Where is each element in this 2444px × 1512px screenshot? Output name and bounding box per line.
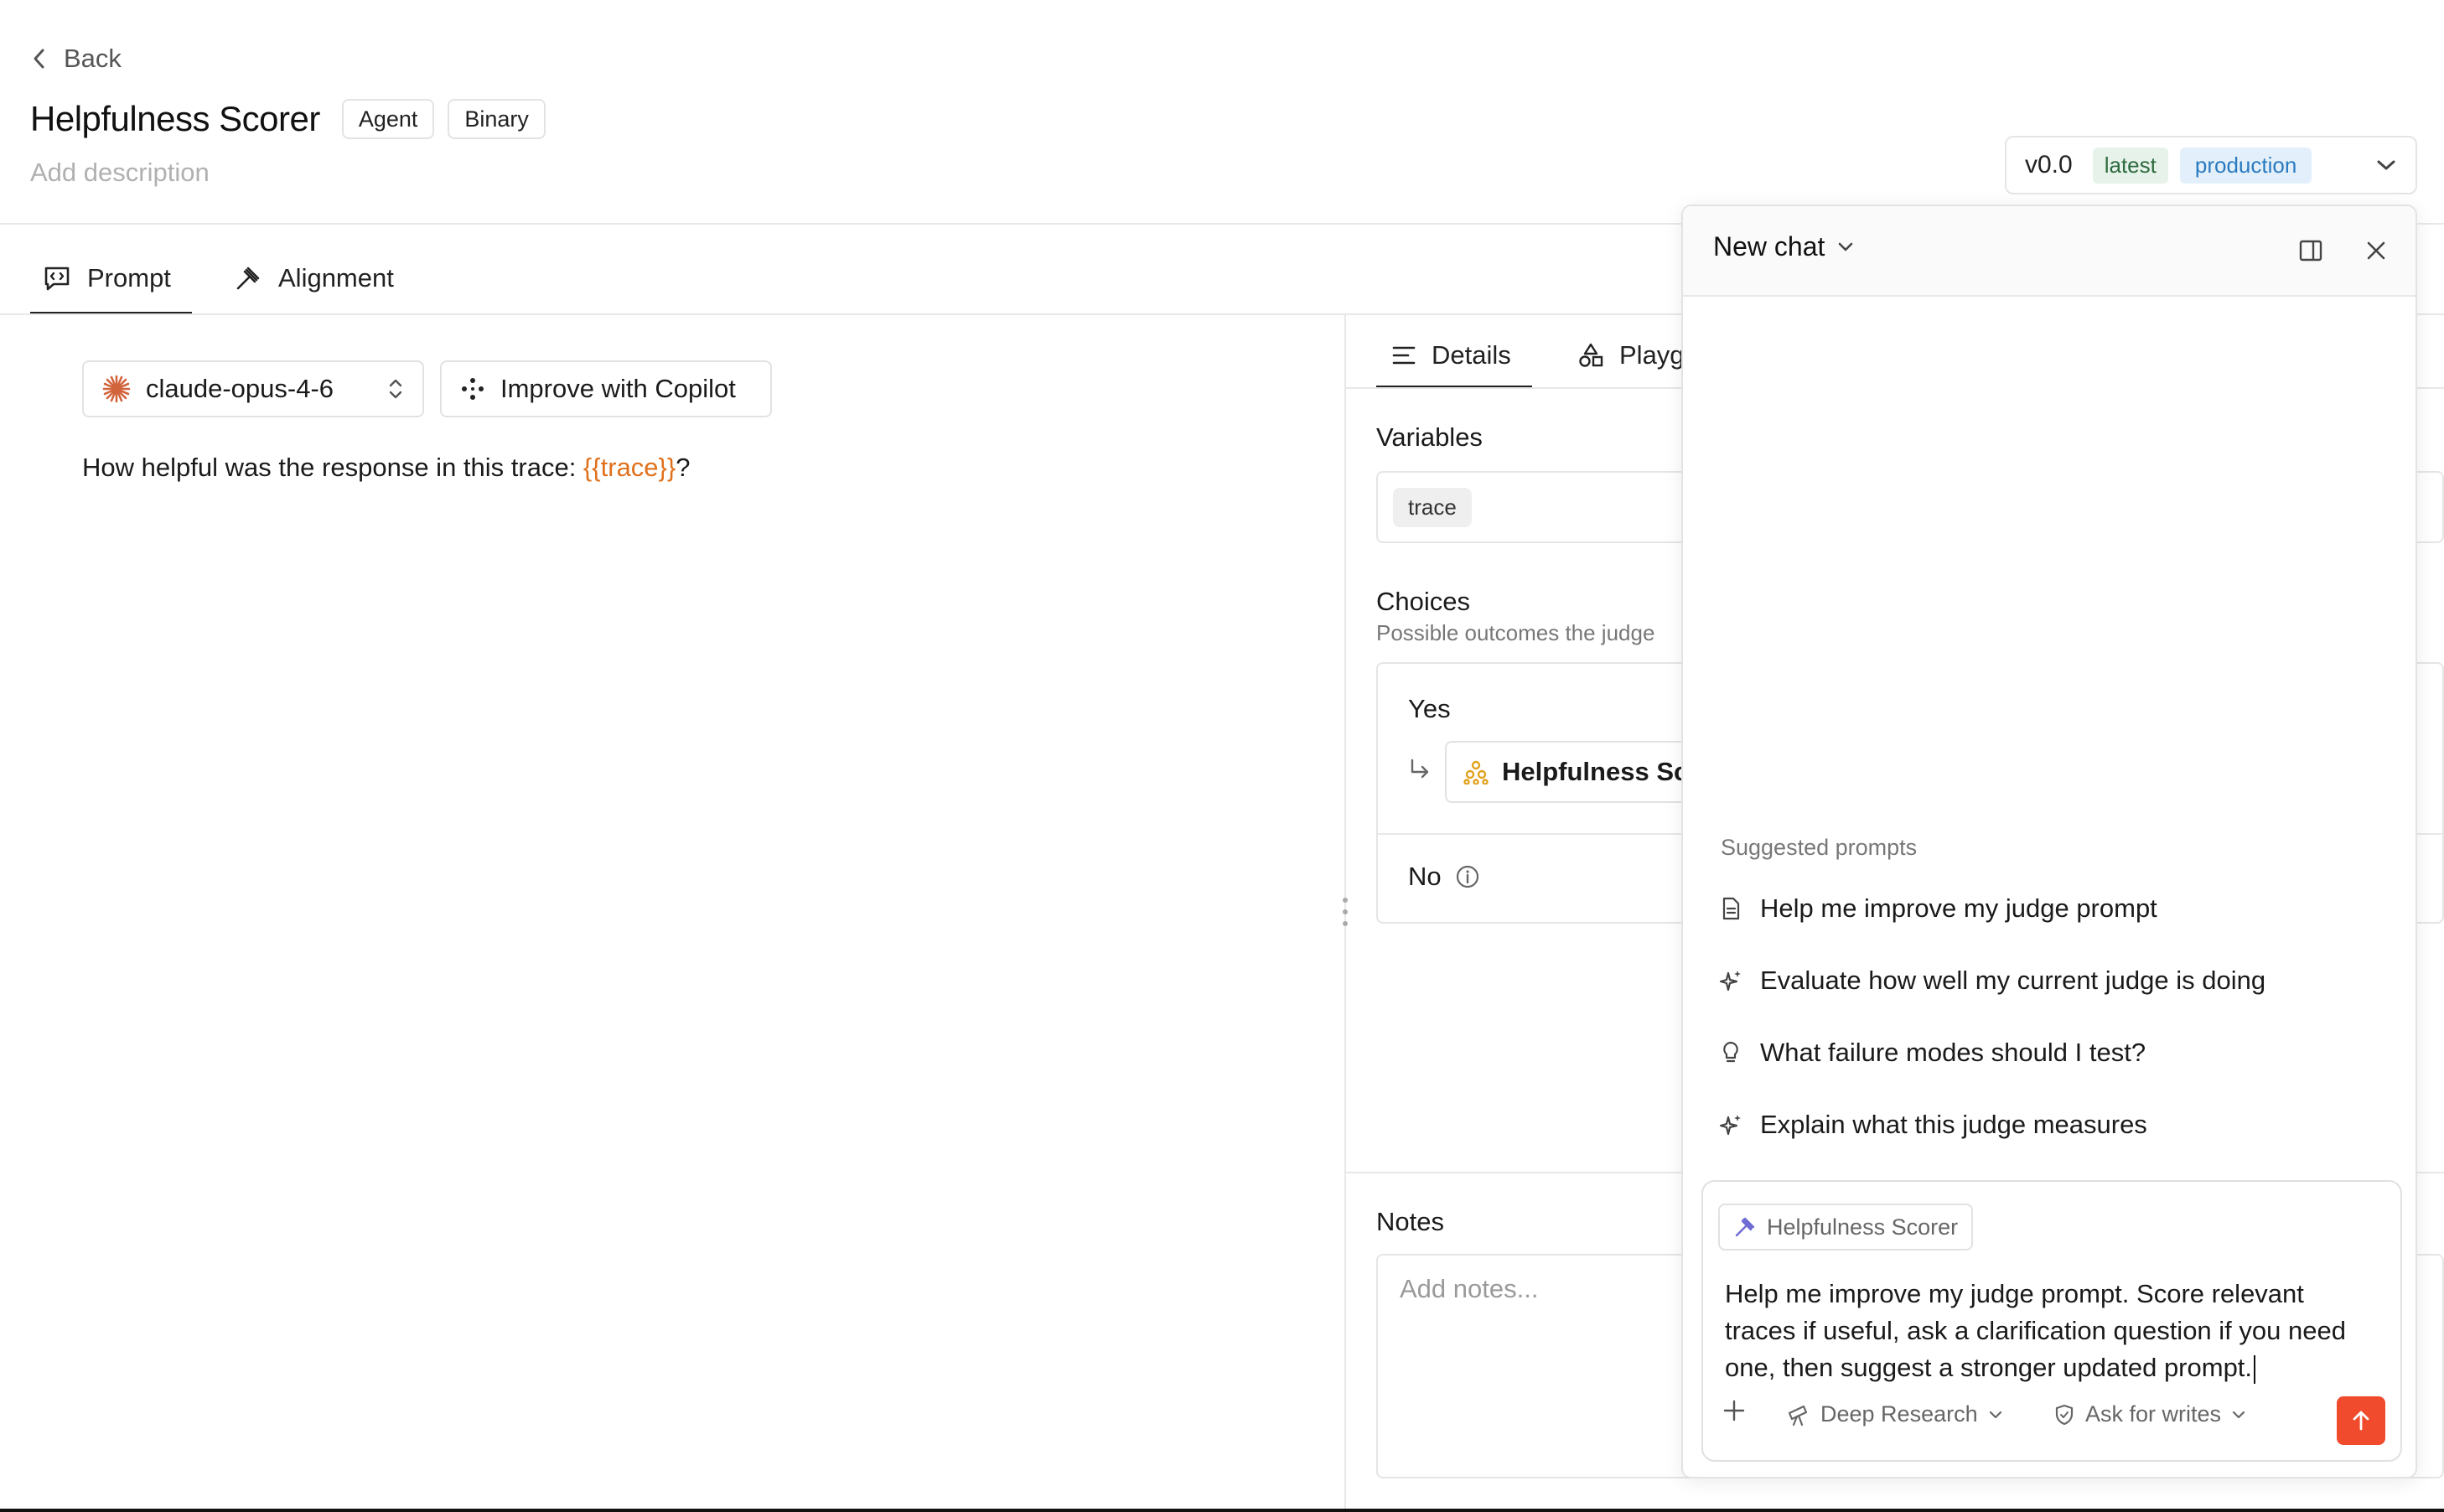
- updown-chevron-icon: [387, 376, 404, 401]
- chevron-down-icon: [1836, 241, 1855, 254]
- tab-playground-label: Playg: [1619, 340, 1685, 370]
- suggestion-evaluate-judge[interactable]: Evaluate how well my current judge is do…: [1718, 966, 2265, 996]
- list-icon: [1391, 343, 1416, 368]
- tab-alignment-label: Alignment: [278, 263, 394, 293]
- chevron-left-icon: [30, 48, 49, 70]
- close-icon[interactable]: [2364, 238, 2389, 263]
- prompt-editor[interactable]: How helpful was the response in this tra…: [82, 453, 691, 483]
- chat-title: New chat: [1713, 231, 1825, 261]
- chevron-down-icon: [1988, 1409, 2003, 1421]
- production-tag: production: [2179, 147, 2312, 184]
- type-chip-binary: Binary: [448, 99, 546, 139]
- sparkle-icon: [1718, 968, 1743, 993]
- tab-details-label: Details: [1432, 340, 1511, 370]
- prompt-variable: {{trace}}: [583, 453, 676, 482]
- variables-title: Variables: [1376, 422, 1483, 452]
- latest-tag: latest: [2092, 147, 2168, 184]
- chat-title-dropdown[interactable]: New chat: [1713, 231, 1855, 262]
- ask-for-writes-dropdown[interactable]: Ask for writes: [2053, 1401, 2246, 1427]
- suggestion-label: Evaluate how well my current judge is do…: [1760, 966, 2266, 995]
- document-icon: [1718, 896, 1743, 921]
- sparkle-icon: [1718, 1112, 1743, 1137]
- improve-with-copilot-button[interactable]: Improve with Copilot: [440, 360, 772, 417]
- window-bottom-edge: [0, 1509, 2444, 1512]
- type-chip-agent: Agent: [341, 99, 435, 139]
- chevron-down-icon: [2375, 158, 2397, 173]
- chat-header: New chat: [1683, 206, 2416, 297]
- deep-research-label: Deep Research: [1820, 1401, 1978, 1427]
- tab-alignment[interactable]: Alignment: [233, 243, 394, 313]
- plus-icon: [1722, 1398, 1747, 1423]
- tab-prompt[interactable]: Prompt: [42, 243, 171, 313]
- notes-title: Notes: [1376, 1207, 1444, 1236]
- choice-no[interactable]: No: [1408, 862, 1480, 892]
- context-chip-label: Helpfulness Scorer: [1767, 1214, 1959, 1240]
- model-selector[interactable]: claude-opus-4-6: [82, 360, 424, 417]
- chat-input-text: Help me improve my judge prompt. Score r…: [1725, 1279, 2346, 1382]
- text-caret: [2254, 1354, 2256, 1384]
- model-name: claude-opus-4-6: [146, 374, 334, 403]
- choices-subtitle: Possible outcomes the judge: [1376, 620, 1655, 645]
- choice-yes-label[interactable]: Yes: [1408, 694, 1451, 724]
- chat-input[interactable]: Help me improve my judge prompt. Score r…: [1725, 1276, 2379, 1386]
- back-label: Back: [64, 44, 122, 73]
- ask-for-writes-label: Ask for writes: [2085, 1401, 2222, 1427]
- back-button[interactable]: Back: [30, 39, 122, 79]
- variable-chip[interactable]: trace: [1393, 488, 1472, 527]
- version-selector[interactable]: v0.0 latest production: [2005, 136, 2417, 194]
- judge-icon: [1463, 759, 1489, 784]
- version-label: v0.0: [2025, 151, 2073, 179]
- return-arrow-icon: [1408, 758, 1432, 781]
- tab-playground[interactable]: Playg: [1577, 322, 1685, 389]
- attach-button[interactable]: [1722, 1398, 1747, 1423]
- improve-label: Improve with Copilot: [500, 374, 736, 403]
- resize-handle[interactable]: [1340, 895, 1350, 929]
- description-field[interactable]: Add description: [30, 158, 210, 188]
- tab-details[interactable]: Details: [1391, 322, 1511, 389]
- suggestion-label: Explain what this judge measures: [1760, 1110, 2147, 1139]
- lightbulb-icon: [1718, 1040, 1743, 1065]
- suggestion-label: Help me improve my judge prompt: [1760, 893, 2157, 923]
- gavel-icon: [1733, 1215, 1757, 1239]
- claude-logo-icon: [102, 375, 131, 403]
- choices-title: Choices: [1376, 587, 1470, 616]
- copilot-icon: [460, 376, 485, 401]
- shield-icon: [2053, 1403, 2075, 1427]
- arrow-up-icon: [2349, 1409, 2373, 1432]
- info-icon[interactable]: [1455, 864, 1480, 889]
- chevron-down-icon: [2231, 1409, 2246, 1421]
- title-row: Helpfulness Scorer Agent Binary: [30, 99, 546, 139]
- suggestion-failure-modes[interactable]: What failure modes should I test?: [1718, 1038, 2146, 1068]
- send-button[interactable]: [2337, 1396, 2385, 1445]
- chat-composer: Helpfulness Scorer Help me improve my ju…: [1701, 1180, 2402, 1462]
- tab-prompt-label: Prompt: [87, 263, 171, 293]
- choice-no-label: No: [1408, 862, 1442, 891]
- prompt-icon: [42, 263, 72, 293]
- suggestion-improve-prompt[interactable]: Help me improve my judge prompt: [1718, 893, 2157, 924]
- suggestion-explain-judge[interactable]: Explain what this judge measures: [1718, 1110, 2147, 1140]
- suggestion-label: What failure modes should I test?: [1760, 1038, 2146, 1067]
- chat-panel: New chat Suggested prompts Help me impro…: [1681, 205, 2417, 1478]
- sidebar-toggle-icon[interactable]: [2298, 238, 2323, 263]
- gavel-icon: [233, 263, 263, 293]
- shapes-icon: [1577, 342, 1604, 369]
- linked-judge-name: Helpfulness Sc: [1502, 757, 1689, 786]
- prompt-suffix: ?: [676, 453, 691, 482]
- prompt-text: How helpful was the response in this tra…: [82, 453, 583, 482]
- telescope-icon: [1787, 1403, 1810, 1427]
- page-title: Helpfulness Scorer: [30, 99, 320, 138]
- suggested-prompts-label: Suggested prompts: [1721, 835, 1918, 860]
- deep-research-dropdown[interactable]: Deep Research: [1787, 1401, 2003, 1427]
- context-chip[interactable]: Helpfulness Scorer: [1718, 1204, 1974, 1251]
